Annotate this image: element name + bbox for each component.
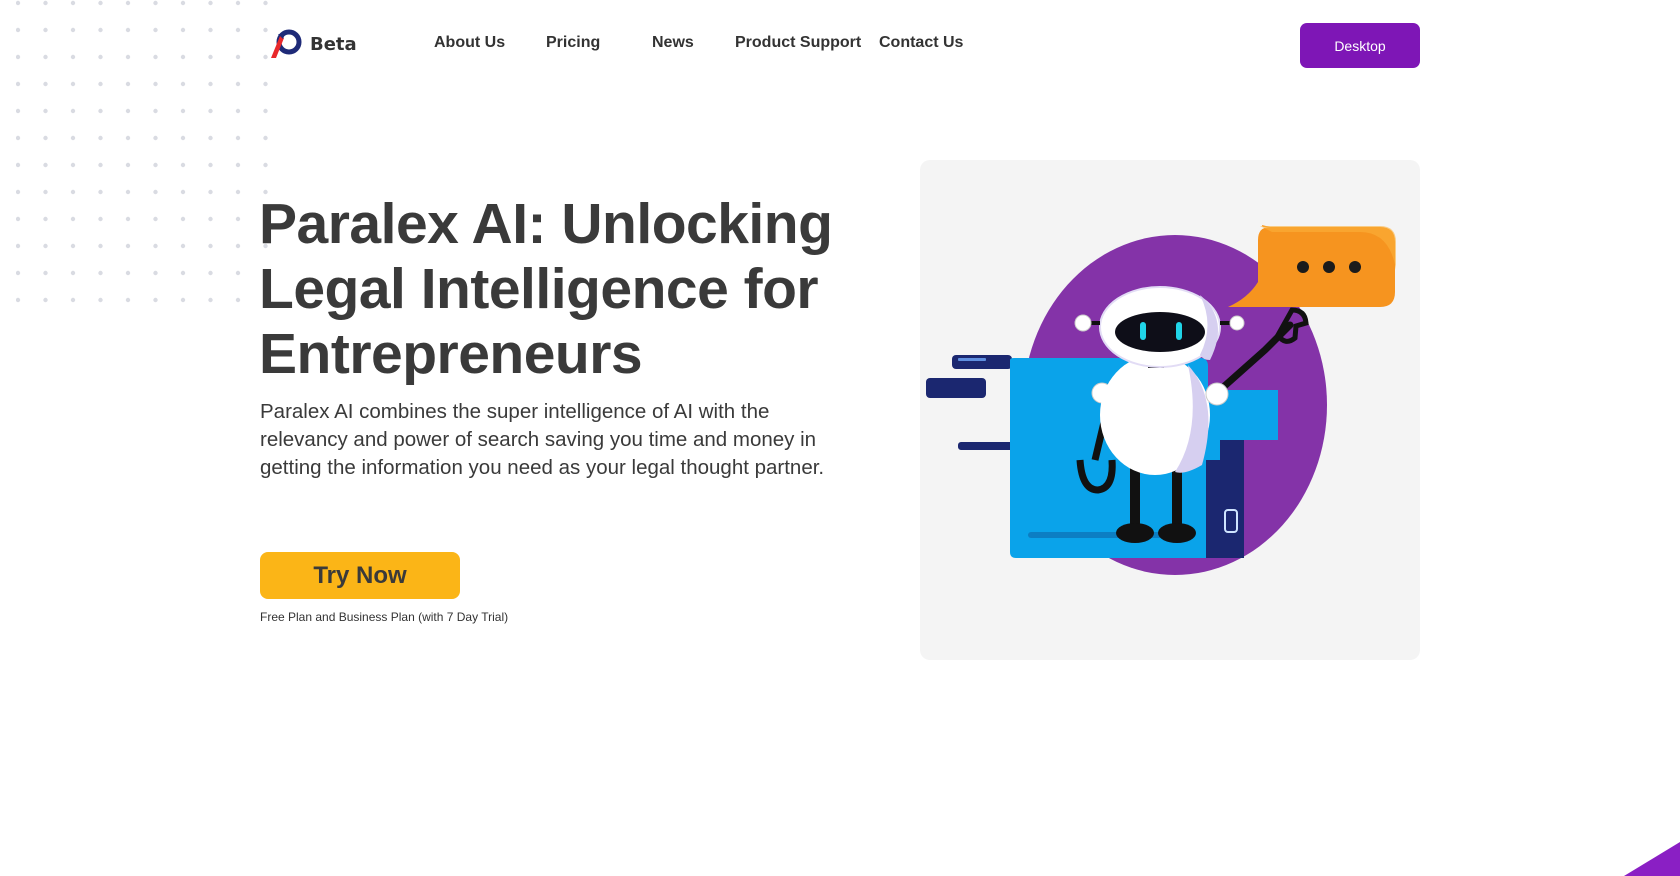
grid-dot [235,297,241,303]
grid-dot [98,189,103,195]
grid-dot [16,189,21,195]
grid-dot [16,270,21,276]
grid-dot [235,216,241,222]
grid-dot [125,189,131,195]
grid-dot [98,162,103,168]
grid-dot [98,297,103,303]
grid-dot [125,216,131,222]
grid-dot [153,162,158,168]
try-now-button[interactable]: Try Now [260,552,460,599]
hero-illustration-card [920,160,1420,660]
grid-dot [16,162,21,168]
paralex-logo-icon [271,29,302,58]
grid-dot [180,108,186,114]
grid-dot [153,297,158,303]
corner-triangle-decoration [1624,842,1680,876]
grid-dot [153,189,158,195]
grid-dot [98,243,103,249]
nav-about-us[interactable]: About Us [434,34,505,52]
grid-dot [153,270,158,276]
grid-dot [16,135,21,141]
grid-dot [235,270,241,276]
grid-dot [125,243,131,249]
grid-dot [70,162,76,168]
grid-dot [43,297,48,303]
grid-dot [208,216,213,222]
brand-logo-link[interactable]: Beta [268,28,357,60]
grid-dot [208,243,213,249]
nav-news[interactable]: News [652,34,694,52]
grid-dot [70,189,76,195]
grid-dot [153,108,158,114]
grid-dot [153,243,158,249]
grid-dot [43,216,48,222]
grid-dot [16,243,21,249]
grid-dot [98,108,103,114]
grid-dot [153,135,158,141]
grid-dot [263,162,268,168]
grid-dot [180,270,186,276]
grid-dot [98,270,103,276]
hero-title: Paralex AI: Unlocking Legal Intelligence… [259,192,833,386]
grid-dot [43,108,48,114]
grid-dot [16,108,21,114]
grid-dot [263,135,268,141]
grid-dot [180,297,186,303]
grid-dot [208,270,213,276]
grid-dot [263,108,268,114]
grid-dot [98,216,103,222]
grid-dot [70,108,76,114]
nav-pricing[interactable]: Pricing [546,34,600,52]
grid-dot [70,270,76,276]
grid-dot [125,297,131,303]
grid-dot [43,270,48,276]
nav-contact-us[interactable]: Contact Us [879,34,963,52]
grid-dot [43,189,48,195]
plan-note: Free Plan and Business Plan (with 7 Day … [260,610,509,624]
grid-dot [235,135,241,141]
grid-dot [208,297,213,303]
grid-dot [16,216,21,222]
grid-dot [208,189,213,195]
grid-dot [235,243,241,249]
grid-dot [180,189,186,195]
grid-dot [125,162,131,168]
nav-product-support[interactable]: Product Support [735,34,861,52]
grid-dot [43,162,48,168]
grid-dot [208,162,213,168]
grid-dot [43,243,48,249]
grid-dot [70,216,76,222]
grid-dot [153,216,158,222]
grid-dot [208,135,213,141]
grid-dot [180,216,186,222]
grid-dot [180,135,186,141]
desktop-button[interactable]: Desktop [1300,23,1420,68]
grid-dot [125,108,131,114]
grid-dot [70,243,76,249]
grid-dot [98,135,103,141]
grid-dot [180,243,186,249]
grid-dot [235,108,241,114]
grid-dot [70,297,76,303]
grid-dot [16,297,21,303]
brand-name: Beta [310,33,357,55]
grid-dot [235,189,241,195]
grid-dot [125,270,131,276]
hero-subtitle: Paralex AI combines the super intelligen… [260,400,825,479]
top-navbar: Beta About Us Pricing News Product Suppo… [0,0,1680,90]
grid-dot [180,162,186,168]
grid-dot [235,162,241,168]
robot-assistant-illustration [926,225,1396,575]
grid-dot [208,108,213,114]
grid-dot [125,135,131,141]
grid-dot [43,135,48,141]
grid-dot [70,135,76,141]
page: Beta About Us Pricing News Product Suppo… [0,0,1680,876]
